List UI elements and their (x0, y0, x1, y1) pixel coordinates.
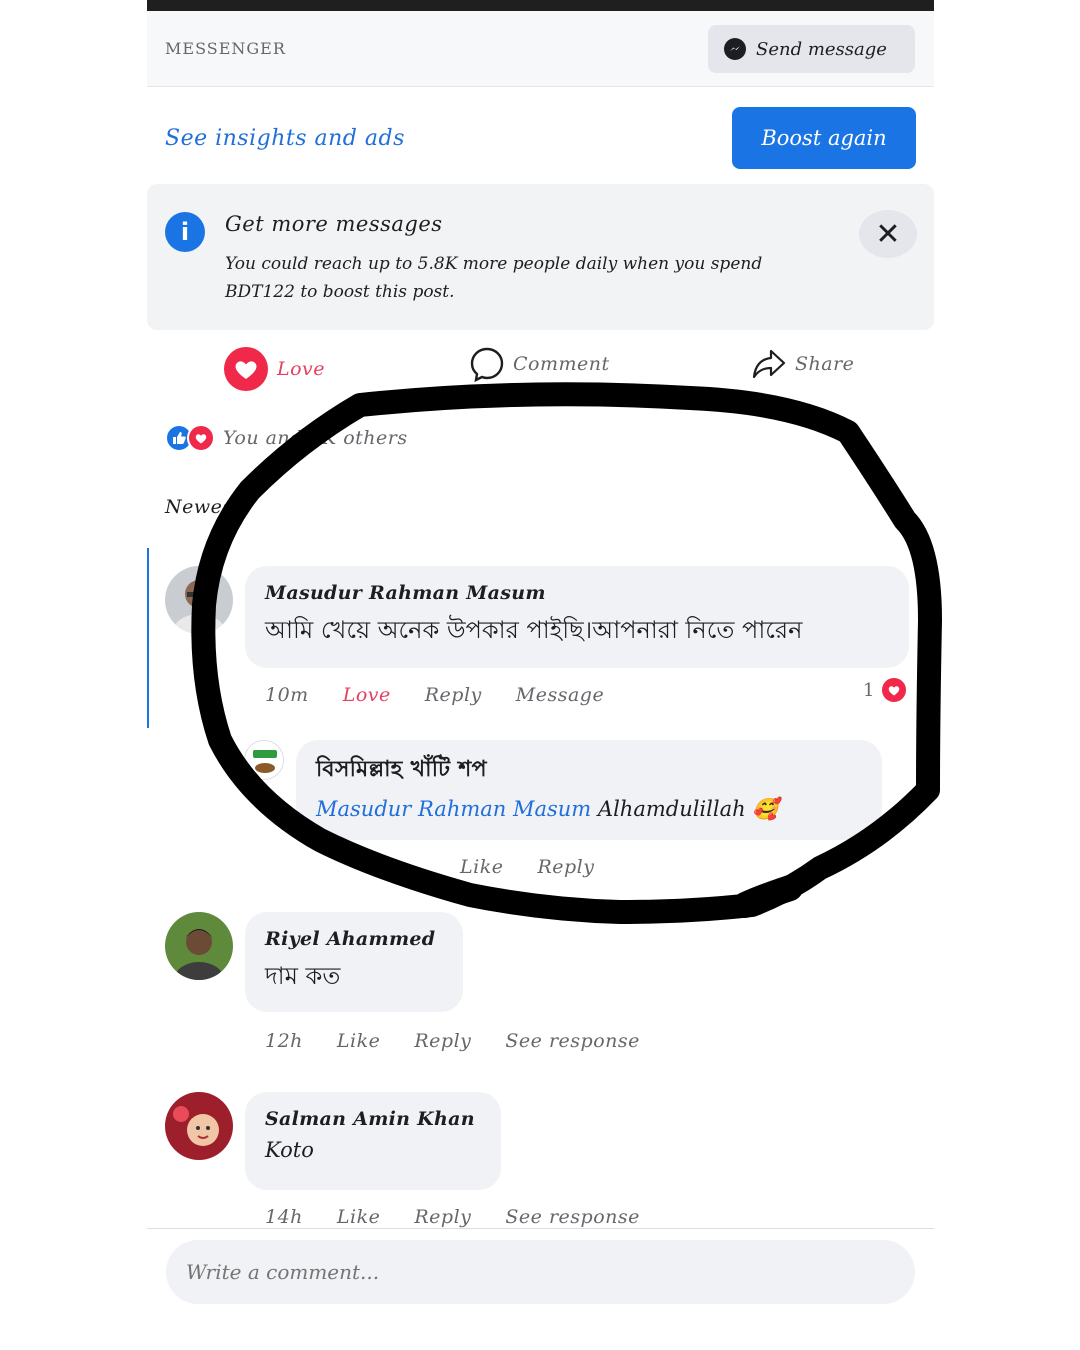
comment-meta: 10m Love Reply Message (265, 684, 638, 706)
messenger-row: MESSENGER Send message (147, 11, 934, 87)
reactions-summary-text: You and 3K others (223, 427, 408, 449)
heart-icon (224, 347, 268, 391)
see-response-link[interactable]: See response (505, 1206, 639, 1228)
comment-meta: 14h Like Reply See response (265, 1206, 674, 1228)
comment-icon (470, 347, 504, 382)
avatar[interactable] (165, 566, 233, 634)
comment-bubble[interactable]: Salman Amin Khan Koto (245, 1092, 501, 1190)
reply-mention[interactable]: Masudur Rahman Masum (316, 797, 591, 821)
love-reaction-icon (187, 424, 215, 452)
tip-title: Get more messages (225, 212, 443, 236)
boost-again-button[interactable]: Boost again (732, 107, 916, 169)
comment-input[interactable] (166, 1240, 915, 1304)
reply-bubble[interactable]: বিসমিল্লাহ খাঁটি শপ Masudur Rahman Masum… (296, 740, 882, 840)
share-label: Share (795, 353, 855, 375)
comment-message-button[interactable]: Message (516, 684, 604, 706)
comment-button[interactable]: Comment (469, 346, 610, 382)
comment-love-button[interactable]: Love (343, 684, 391, 706)
page-avatar[interactable] (244, 740, 284, 780)
messenger-label: MESSENGER (165, 39, 286, 58)
highlight-indicator (147, 548, 149, 728)
comment-reply-button[interactable]: Reply (425, 684, 482, 706)
composer-divider (147, 1228, 934, 1229)
boost-tip-card: i Get more messages You could reach up t… (147, 184, 934, 330)
tip-body: You could reach up to 5.8K more people d… (225, 254, 763, 302)
reply-meta: Like Reply (460, 856, 628, 878)
share-icon (752, 349, 786, 379)
comment-time: 10m (265, 684, 309, 706)
smiling-hearts-emoji-icon: 🥰 (752, 797, 779, 821)
reply-reply-button[interactable]: Reply (537, 856, 594, 878)
love-button[interactable]: Love (223, 346, 325, 392)
comment-reaction-number: 1 (863, 679, 875, 701)
comment-bubble[interactable]: Riyel Ahammed দাম কত (245, 912, 463, 1012)
comment-reply-button[interactable]: Reply (414, 1206, 471, 1228)
info-icon: i (165, 212, 205, 252)
comment-time: 12h (265, 1030, 303, 1052)
comment-time: 14h (265, 1206, 303, 1228)
reply-text: Masudur Rahman Masum Alhamdulillah 🥰 (316, 797, 862, 822)
comment-reply-button[interactable]: Reply (414, 1030, 471, 1052)
comment-sort-selector[interactable]: Newest (165, 496, 241, 518)
comment-like-button[interactable]: Like (337, 1030, 380, 1052)
post-panel: MESSENGER Send message See insights and … (147, 0, 934, 1350)
avatar[interactable] (165, 912, 233, 980)
love-label: Love (277, 358, 326, 380)
send-message-label: Send message (756, 38, 887, 60)
comment-meta: 12h Like Reply See response (265, 1030, 674, 1052)
comment-composer[interactable] (166, 1240, 915, 1304)
comment-label: Comment (513, 353, 610, 375)
comment-like-button[interactable]: Like (337, 1206, 380, 1228)
post-actions: Love Comment Share (147, 340, 934, 400)
messenger-icon (724, 38, 746, 60)
comment-reaction-count[interactable]: 1 (863, 676, 909, 704)
send-message-button[interactable]: Send message (708, 25, 915, 73)
share-button[interactable]: Share (751, 346, 854, 382)
comment-bubble[interactable]: Masudur Rahman Masum আমি খেয়ে অনেক উপকা… (245, 566, 909, 668)
see-insights-link[interactable]: See insights and ads (165, 126, 405, 151)
reactions-summary[interactable]: You and 3K others (165, 424, 408, 452)
avatar[interactable] (165, 1092, 233, 1160)
reply-author[interactable]: বিসমিল্লাহ খাঁটি শপ (316, 752, 862, 789)
comment-author[interactable]: Salman Amin Khan (265, 1108, 481, 1130)
comment-text: Koto (265, 1138, 314, 1162)
comment-text: দাম কত (265, 962, 341, 990)
comment-author[interactable]: Masudur Rahman Masum (265, 582, 889, 604)
post-image-edge (147, 0, 934, 11)
reply-like-button[interactable]: Like (460, 856, 503, 878)
heart-icon (880, 676, 909, 704)
close-icon[interactable]: ✕ (859, 210, 917, 258)
insights-row: See insights and ads Boost again (147, 88, 934, 183)
reply-message: Alhamdulillah (597, 797, 746, 821)
comment-author[interactable]: Riyel Ahammed (265, 928, 443, 950)
comment-text: আমি খেয়ে অনেক উপকার পাইছি।আপনারা নিতে প… (265, 616, 803, 644)
see-response-link[interactable]: See response (505, 1030, 639, 1052)
